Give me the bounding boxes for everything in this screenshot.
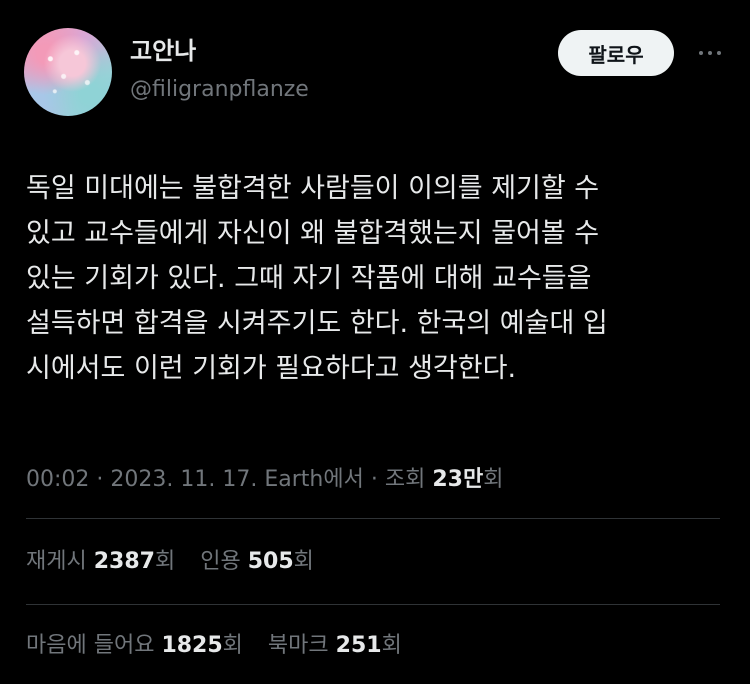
meta-separator: · [96,467,104,492]
reposts-stat[interactable]: 재게시 2387회 [26,544,175,580]
views-count: 23만 [432,467,484,492]
tweet-text-line: 있는 기회가 있다. 그때 자기 작품에 대해 교수들을 [26,263,592,294]
meta-separator: · [370,467,378,492]
likes-label: 마음에 들어요 [26,633,155,658]
bookmarks-suffix: 회 [381,633,402,658]
likes-count: 1825 [161,633,223,658]
tweet-text: 독일 미대에는 불합격한 사람들이 이의를 제기할 수 있고 교수들에게 자신이… [26,166,726,391]
tweet-text-line: 있고 교수들에게 자신이 왜 불합격했는지 물어볼 수 [26,218,600,249]
views-suffix: 회 [483,467,504,492]
divider [26,518,720,519]
more-options-button[interactable] [690,38,730,68]
more-horizontal-icon [699,51,703,55]
author-name[interactable]: 고안나 [130,37,196,65]
bookmarks-stat[interactable]: 북마크 251회 [268,628,402,664]
tweet-text-line: 시에서도 이런 기회가 필요하다고 생각한다. [26,353,517,384]
reposts-label: 재게시 [26,549,87,574]
likes-stat[interactable]: 마음에 들어요 1825회 [26,628,243,664]
bookmarks-label: 북마크 [267,633,329,658]
reposts-count: 2387 [93,549,155,574]
quotes-stat[interactable]: 인용 505회 [200,544,314,580]
quotes-count: 505 [247,549,294,574]
quotes-suffix: 회 [293,549,314,574]
tweet-time[interactable]: 00:02 [26,467,89,492]
engagement-row-2: 마음에 들어요 1825회 북마크 251회 [26,628,420,664]
bookmarks-count: 251 [335,633,382,658]
quotes-label: 인용 [200,549,241,574]
tweet-text-line: 설득하면 합격을 시켜주기도 한다. 한국의 예술대 입 [26,308,608,339]
more-horizontal-icon [717,51,721,55]
likes-suffix: 회 [222,633,243,658]
more-horizontal-icon [708,51,712,55]
tweet-date[interactable]: 2023. 11. 17. [110,467,257,492]
tweet-text-line: 독일 미대에는 불합격한 사람들이 이의를 제기할 수 [26,173,600,204]
views-label: 조회 [384,467,426,492]
reposts-suffix: 회 [154,549,176,574]
engagement-row-1: 재게시 2387회 인용 505회 [26,544,332,580]
tweet-source: Earth에서 [264,467,364,492]
tweet-meta: 00:02 · 2023. 11. 17. Earth에서 · 조회 23만회 [26,462,503,498]
avatar[interactable] [24,28,112,116]
author-handle[interactable]: @filigranpflanze [130,76,309,104]
follow-button[interactable]: 팔로우 [558,30,674,76]
divider [26,604,720,605]
